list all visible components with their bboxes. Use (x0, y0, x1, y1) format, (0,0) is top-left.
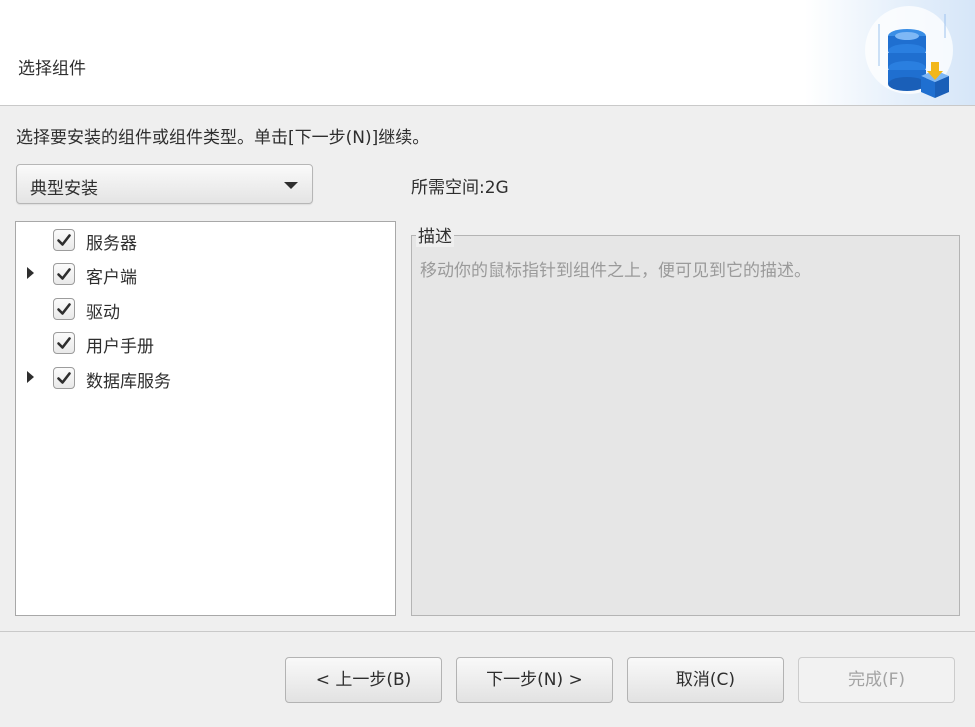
checkmark-icon (57, 303, 71, 315)
tree-item-client[interactable]: 客户端 (16, 259, 395, 289)
header-banner: 选择组件 (0, 0, 975, 106)
install-type-dropdown[interactable]: 典型安装 (16, 164, 313, 204)
tree-item-label: 服务器 (86, 234, 137, 254)
install-type-value: 典型安装 (30, 179, 98, 199)
expand-arrow-icon[interactable] (27, 267, 34, 279)
tree-item-server[interactable]: 服务器 (16, 225, 395, 255)
tree-item-label: 客户端 (86, 268, 137, 288)
checkmark-icon (57, 268, 71, 280)
tree-item-driver[interactable]: 驱动 (16, 294, 395, 324)
tree-item-database-service[interactable]: 数据库服务 (16, 363, 395, 393)
description-text: 移动你的鼠标指针到组件之上，便可见到它的描述。 (420, 261, 811, 281)
finish-button[interactable]: 完成(F) (798, 657, 955, 703)
cancel-button[interactable]: 取消(C) (627, 657, 784, 703)
instruction-text: 选择要安装的组件或组件类型。单击[下一步(N)]继续。 (16, 128, 430, 148)
back-button[interactable]: < 上一步(B) (285, 657, 442, 703)
description-legend: 描述 (416, 222, 454, 247)
next-button[interactable]: 下一步(N) > (456, 657, 613, 703)
checkmark-icon (57, 337, 71, 349)
user-manual-checkbox[interactable] (53, 332, 75, 354)
checkmark-icon (57, 372, 71, 384)
tree-item-label: 数据库服务 (86, 372, 171, 392)
description-panel: 移动你的鼠标指针到组件之上，便可见到它的描述。 (411, 235, 960, 616)
database-install-icon (865, 6, 953, 98)
required-space-label: 所需空间:2G (411, 178, 509, 198)
page-title: 选择组件 (18, 59, 86, 79)
tree-item-label: 驱动 (86, 303, 120, 323)
footer-divider (0, 631, 975, 632)
chevron-down-icon (284, 182, 298, 189)
tree-item-label: 用户手册 (86, 337, 154, 357)
expand-arrow-icon[interactable] (27, 371, 34, 383)
tree-item-user-manual[interactable]: 用户手册 (16, 328, 395, 358)
component-tree[interactable]: 服务器 客户端 驱动 用户手册 数据库服务 (15, 221, 396, 616)
checkmark-icon (57, 234, 71, 246)
header-art (805, 0, 975, 105)
server-checkbox[interactable] (53, 229, 75, 251)
client-checkbox[interactable] (53, 263, 75, 285)
driver-checkbox[interactable] (53, 298, 75, 320)
database-service-checkbox[interactable] (53, 367, 75, 389)
